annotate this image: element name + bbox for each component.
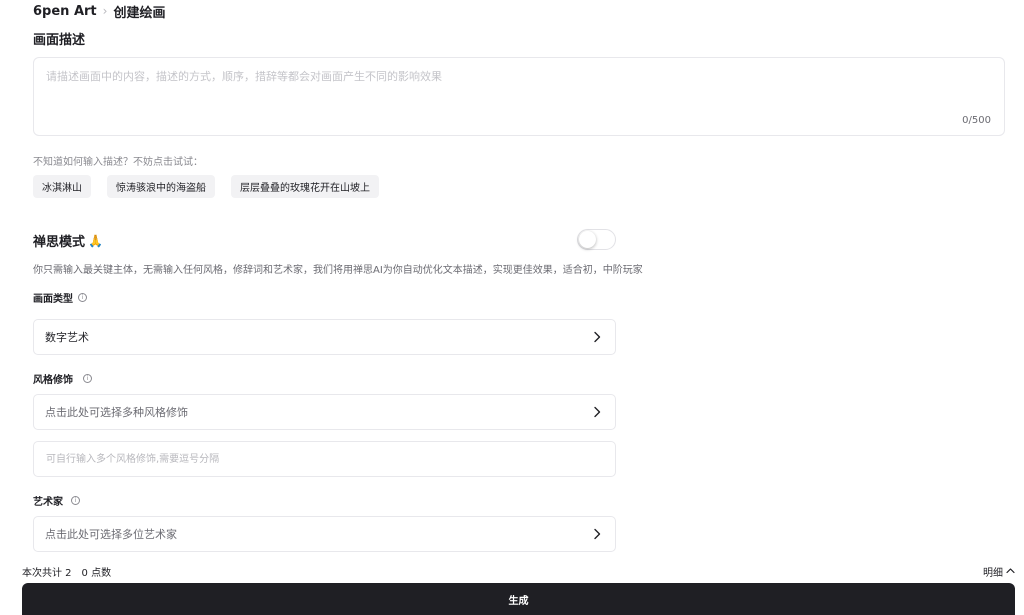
description-textarea[interactable] <box>46 68 986 108</box>
zen-mode-label: 禅思模式 <box>33 235 86 250</box>
details-toggle[interactable]: 明细 <box>983 564 1015 579</box>
example-chip[interactable]: 冰淇淋山 <box>33 175 91 198</box>
details-label: 明细 <box>983 568 1003 579</box>
chevron-up-icon <box>1006 566 1015 577</box>
example-hint: 不知道如何输入描述？不妨点击试试： <box>33 157 203 168</box>
points-count: 0 点数 <box>81 568 112 579</box>
example-chip[interactable]: 层层叠叠的玫瑰花开在山坡上 <box>231 175 379 198</box>
example-chip[interactable]: 惊涛骇浪中的海盗船 <box>107 175 215 198</box>
picture-type-select[interactable]: 数字艺术 <box>33 319 616 355</box>
zen-mode-toggle[interactable] <box>577 229 616 250</box>
description-box[interactable]: 0/500 <box>33 57 1005 136</box>
toggle-knob <box>579 231 596 248</box>
breadcrumb-current: 创建绘画 <box>113 5 166 21</box>
total-count: 本次共计 2 <box>22 568 72 579</box>
artist-select[interactable]: 点击此处可选择多位艺术家 <box>33 516 616 552</box>
chevron-right-icon <box>591 331 603 343</box>
zen-mode-description: 你只需输入最关键主体，无需输入任何风格，修辞词和艺术家，我们将用禅思AI为你自动… <box>33 265 643 276</box>
info-icon[interactable]: i <box>71 496 80 505</box>
artist-label-text: 艺术家 <box>33 497 63 508</box>
chevron-right-icon <box>591 528 603 540</box>
style-label: 风格修饰 i <box>33 371 92 386</box>
cost-summary: 本次共计 2 0 点数 <box>22 564 111 579</box>
artist-label: 艺术家 i <box>33 493 80 508</box>
breadcrumb-root[interactable]: 6pen Art <box>33 4 97 19</box>
info-icon[interactable]: i <box>78 293 87 302</box>
zen-mode-title: 禅思模式 🙏 <box>33 231 103 251</box>
praying-hands-icon: 🙏 <box>88 233 103 248</box>
style-custom-input[interactable] <box>33 441 616 477</box>
info-icon[interactable]: i <box>83 374 92 383</box>
char-counter: 0/500 <box>962 115 991 126</box>
chevron-right-icon <box>591 406 603 418</box>
style-select[interactable]: 点击此处可选择多种风格修饰 <box>33 394 616 430</box>
artist-select-placeholder: 点击此处可选择多位艺术家 <box>45 528 177 541</box>
breadcrumb: 6pen Art › 创建绘画 <box>33 2 166 21</box>
picture-type-label: 画面类型 i <box>33 290 87 305</box>
style-label-text: 风格修饰 <box>33 375 73 386</box>
style-select-placeholder: 点击此处可选择多种风格修饰 <box>45 406 188 419</box>
breadcrumb-separator-icon: › <box>102 4 108 18</box>
picture-type-value: 数字艺术 <box>45 331 89 344</box>
example-chips: 冰淇淋山 惊涛骇浪中的海盗船 层层叠叠的玫瑰花开在山坡上 <box>33 175 379 198</box>
picture-type-label-text: 画面类型 <box>33 294 73 305</box>
description-title: 画面描述 <box>33 33 86 48</box>
generate-button[interactable]: 生成 <box>22 583 1015 615</box>
